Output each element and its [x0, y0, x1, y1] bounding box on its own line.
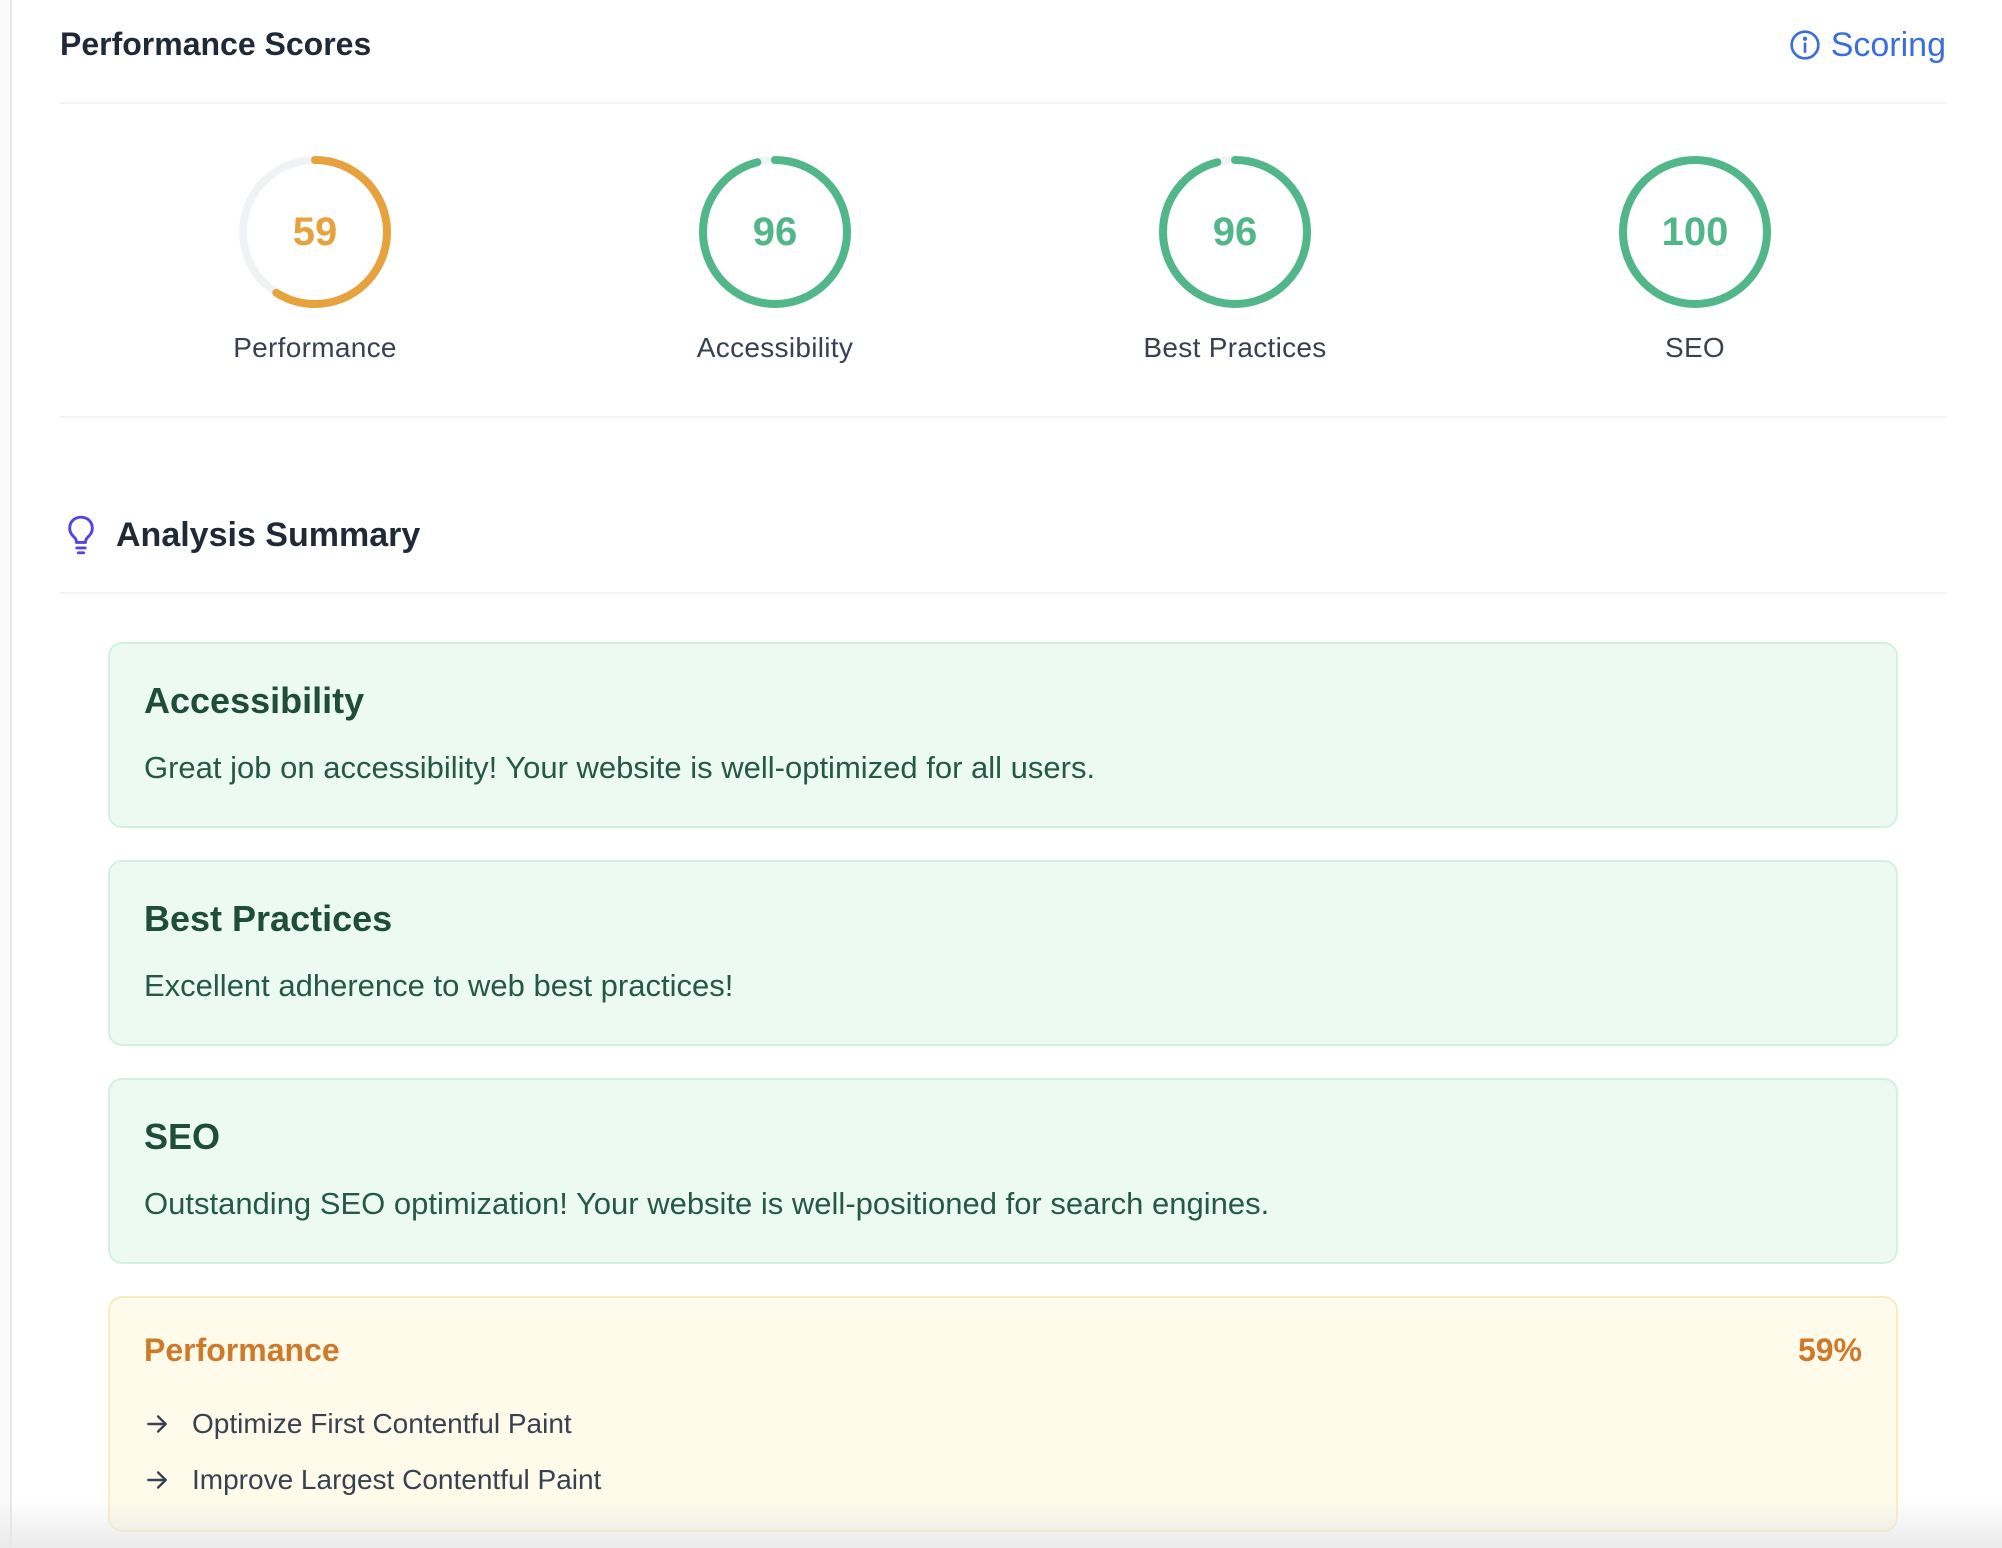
- summary-card-seo: SEO Outstanding SEO optimization! Your w…: [108, 1078, 1898, 1264]
- gauge-label: Accessibility: [697, 332, 853, 364]
- gauge-value: 96: [697, 154, 853, 310]
- gauge-value: 100: [1617, 154, 1773, 310]
- summary-card-best-practices: Best Practices Excellent adherence to we…: [108, 860, 1898, 1046]
- score-gauges: 59 Performance 96 Accessibility 96: [60, 104, 1946, 418]
- gauge-label: Performance: [233, 332, 397, 364]
- card-title: SEO: [144, 1116, 220, 1158]
- card-title: Accessibility: [144, 680, 364, 722]
- tip-item: Optimize First Contentful Paint: [144, 1404, 572, 1444]
- card-title: Best Practices: [144, 898, 392, 940]
- gauge-label: SEO: [1665, 332, 1725, 364]
- gauge-performance[interactable]: 59 Performance: [165, 154, 465, 384]
- gauge-ring: 100: [1617, 154, 1773, 310]
- scoring-label: Scoring: [1831, 26, 1946, 65]
- tip-text: Optimize First Contentful Paint: [192, 1408, 572, 1440]
- performance-percent: 59%: [1798, 1332, 1862, 1369]
- arrow-right-icon: [144, 1467, 170, 1493]
- arrow-right-icon: [144, 1411, 170, 1437]
- summary-card-performance: Performance 59% Optimize First Contentfu…: [108, 1296, 1898, 1532]
- card-text: Outstanding SEO optimization! Your websi…: [144, 1186, 1269, 1222]
- scores-title: Performance Scores: [60, 26, 371, 63]
- scoring-link[interactable]: Scoring: [1789, 24, 1946, 66]
- gauge-value: 96: [1157, 154, 1313, 310]
- analysis-summary-title: Analysis Summary: [116, 516, 420, 555]
- lightbulb-icon: [64, 514, 98, 556]
- gauge-ring: 96: [1157, 154, 1313, 310]
- analysis-summary-header: Analysis Summary: [60, 480, 1946, 594]
- gauge-accessibility[interactable]: 96 Accessibility: [625, 154, 925, 384]
- card-text: Great job on accessibility! Your website…: [144, 750, 1095, 786]
- info-icon: [1789, 29, 1821, 61]
- tip-text: Improve Largest Contentful Paint: [192, 1464, 601, 1496]
- card-text: Excellent adherence to web best practice…: [144, 968, 733, 1004]
- bottom-fade: [0, 1500, 2002, 1548]
- report-page: Performance Scores Scoring 59 Performanc…: [60, 0, 1946, 1548]
- card-title: Performance: [144, 1332, 340, 1369]
- summary-card-accessibility: Accessibility Great job on accessibility…: [108, 642, 1898, 828]
- gauge-ring: 59: [237, 154, 393, 310]
- left-panel-edge: [0, 0, 12, 1548]
- gauge-ring: 96: [697, 154, 853, 310]
- gauge-label: Best Practices: [1143, 332, 1326, 364]
- scores-header: Performance Scores Scoring: [60, 0, 1946, 104]
- gauge-best-practices[interactable]: 96 Best Practices: [1085, 154, 1385, 384]
- gauge-seo[interactable]: 100 SEO: [1545, 154, 1845, 384]
- tip-item: Improve Largest Contentful Paint: [144, 1460, 601, 1500]
- gauge-value: 59: [237, 154, 393, 310]
